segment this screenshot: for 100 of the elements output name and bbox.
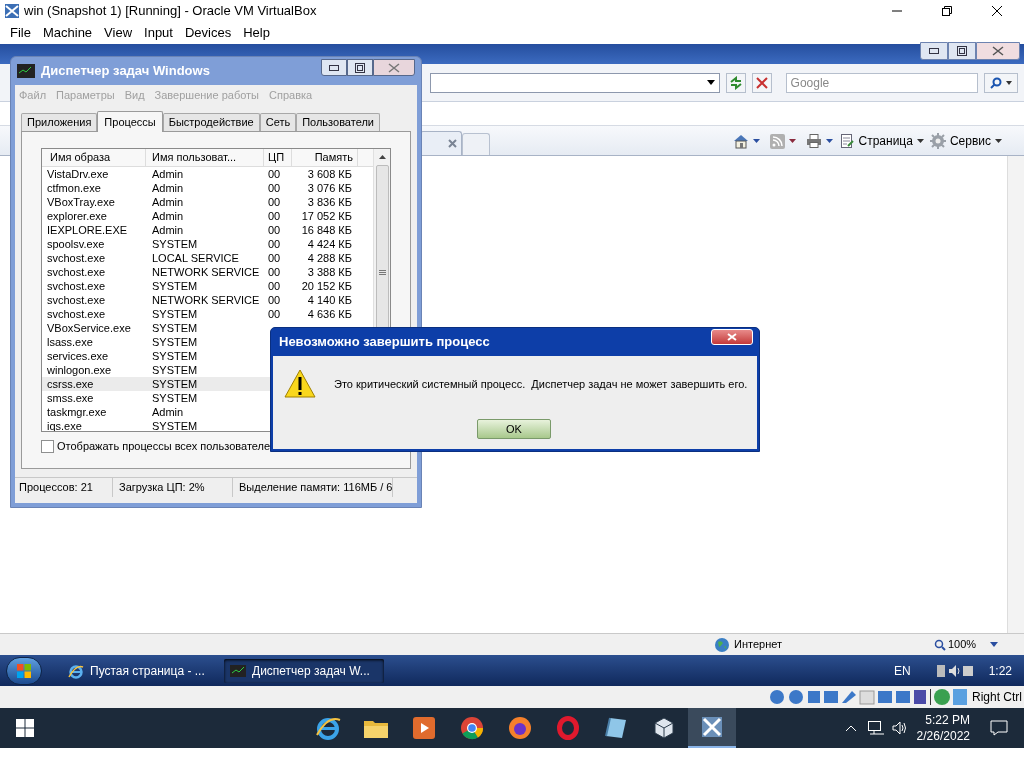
table-cell-text: 00 xyxy=(267,236,282,251)
gear-icon xyxy=(929,133,946,149)
menu-item[interactable]: Machine xyxy=(36,23,99,43)
column-header[interactable]: Память xyxy=(292,149,358,166)
feed-icon xyxy=(769,133,785,149)
ok-button[interactable]: OK xyxy=(477,419,551,439)
tab[interactable]: Сеть xyxy=(259,113,297,131)
clock[interactable]: 1:22 xyxy=(988,661,1012,680)
minimize-button[interactable] xyxy=(321,59,347,76)
table-cell-text: Admin xyxy=(151,222,185,237)
menu-item[interactable]: File xyxy=(4,23,37,43)
table-cell-text: Admin xyxy=(151,194,185,209)
refresh-button[interactable] xyxy=(725,72,746,93)
column-header[interactable]: Имя пользоват... xyxy=(146,149,264,166)
table-cell-text: 3 836 КБ xyxy=(306,194,353,209)
table-cell-text: VBoxService.exe xyxy=(46,320,132,335)
taskbar-button[interactable]: Пустая страница - ... xyxy=(62,658,222,683)
maximize-button[interactable] xyxy=(347,59,373,76)
tab[interactable]: Приложения xyxy=(21,113,98,131)
caret-icon xyxy=(916,139,924,143)
speaker-icon[interactable] xyxy=(890,720,909,736)
zoom-icon xyxy=(934,638,946,651)
home-icon xyxy=(732,133,749,149)
browser-tab[interactable] xyxy=(420,131,462,155)
table-cell-text: ctfmon.exe xyxy=(46,180,102,195)
status-text: Загрузка ЦП: 2% xyxy=(113,478,233,497)
tab[interactable]: Процессы xyxy=(97,111,163,132)
status-text: Процессов: 21 xyxy=(15,478,113,497)
home-button[interactable] xyxy=(732,133,760,149)
restore-button[interactable] xyxy=(948,42,976,60)
table-cell-text: VBoxTray.exe xyxy=(46,194,116,209)
windows-logo-icon xyxy=(16,662,32,679)
start-button[interactable] xyxy=(6,656,42,685)
monitor-icon xyxy=(230,664,246,677)
host-key-label: Right Ctrl xyxy=(972,689,1022,706)
minimize-button[interactable] xyxy=(920,42,948,60)
menu-item[interactable]: View xyxy=(98,23,139,43)
table-cell-text: 16 848 КБ xyxy=(300,222,353,237)
clock-date[interactable]: 2/26/2022 xyxy=(916,728,970,744)
monitor-icon xyxy=(17,64,35,78)
zoom-button[interactable]: 100% xyxy=(934,636,977,653)
close-button[interactable] xyxy=(373,59,415,76)
table-cell-text: NETWORK SERVICE xyxy=(151,292,261,307)
menu-item[interactable]: Devices xyxy=(178,23,238,43)
table-cell-text: 00 xyxy=(267,166,282,181)
dropdown-arrow-icon[interactable] xyxy=(990,642,999,647)
close-tab-icon[interactable] xyxy=(448,139,457,148)
table-cell-text: 4 636 КБ xyxy=(306,306,353,321)
caret-icon xyxy=(825,139,833,143)
notification-icon[interactable] xyxy=(990,720,1008,736)
network-icon[interactable] xyxy=(866,720,885,736)
table-cell-text: Admin xyxy=(151,208,185,223)
checkbox[interactable] xyxy=(41,439,54,453)
tab[interactable]: Быстродействие xyxy=(162,113,260,131)
table-cell-text: svchost.exe xyxy=(46,278,107,293)
search-button[interactable] xyxy=(984,72,1018,93)
table-cell-text: Admin xyxy=(151,180,185,195)
table-cell-text: 00 xyxy=(267,306,282,321)
address-field[interactable] xyxy=(430,72,720,93)
tools-menu-button[interactable]: Сервис xyxy=(929,132,1002,150)
taskbar-button[interactable]: Диспетчер задач W... xyxy=(224,658,384,683)
table-cell-text: 4 288 КБ xyxy=(306,250,353,265)
chevron-up-icon[interactable] xyxy=(844,724,857,732)
table-cell-text: SYSTEM xyxy=(151,362,199,377)
clock-time[interactable]: 5:22 PM xyxy=(925,712,970,728)
table-cell-text: winlogon.exe xyxy=(46,362,113,377)
feeds-button[interactable] xyxy=(769,133,796,149)
table-cell-text: 00 xyxy=(267,292,282,307)
virtual-machine-icon[interactable] xyxy=(688,708,736,748)
scrollbar[interactable] xyxy=(1007,156,1024,633)
table-cell-text: lsass.exe xyxy=(46,334,94,349)
table-cell-text: taskmgr.exe xyxy=(46,404,108,419)
dropdown-arrow-icon[interactable] xyxy=(706,80,715,85)
stop-button[interactable] xyxy=(751,72,772,93)
print-button[interactable] xyxy=(805,134,833,148)
tray-icons-drawing xyxy=(934,662,975,679)
status-text: Выделение памяти: 116МБ / 6 xyxy=(233,478,394,497)
caret-icon xyxy=(995,139,1002,143)
column-header[interactable]: ЦП xyxy=(264,149,292,166)
table-cell-text: SYSTEM xyxy=(151,418,199,431)
virtualbox-icon xyxy=(4,3,20,19)
table-cell-text: 20 152 КБ xyxy=(300,278,353,293)
menu-item[interactable]: Help xyxy=(237,23,276,43)
close-button[interactable] xyxy=(976,42,1020,60)
page-icon xyxy=(838,133,855,149)
table-cell-text: svchost.exe xyxy=(46,264,107,279)
page-menu-button[interactable]: Страница xyxy=(838,132,924,150)
table-cell-text: iqs.exe xyxy=(46,418,83,431)
tab[interactable]: Пользователи xyxy=(296,113,380,131)
column-header[interactable]: Имя образа xyxy=(42,149,146,166)
printer-icon xyxy=(805,134,822,148)
table-cell-text: 00 xyxy=(267,278,282,293)
windows-start-icon[interactable] xyxy=(16,719,34,737)
table-cell-text: 4 140 КБ xyxy=(306,292,353,307)
language-indicator[interactable]: EN xyxy=(893,661,911,680)
caret-icon xyxy=(752,139,760,143)
checkbox-label[interactable]: Отображать процессы всех пользователе xyxy=(57,438,271,455)
maximize-icon xyxy=(355,62,365,73)
menu-item[interactable]: Input xyxy=(138,23,179,43)
search-field[interactable]: Google xyxy=(785,72,979,93)
